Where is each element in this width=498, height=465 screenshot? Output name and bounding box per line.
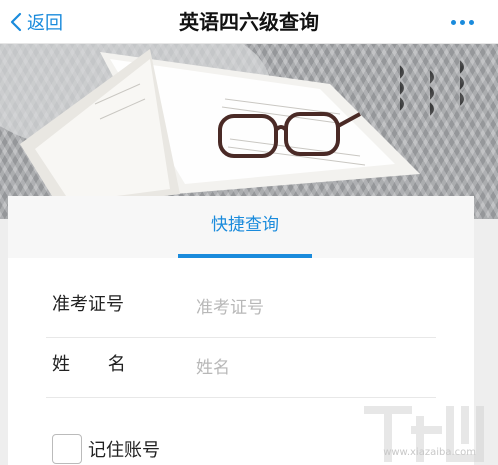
back-button[interactable]: 返回 — [10, 0, 63, 44]
watermark-text: www.xiazaiba.com — [383, 447, 476, 458]
remember-account[interactable]: 记住账号 — [52, 434, 160, 464]
back-label: 返回 — [27, 13, 63, 34]
navigation-bar: 返回 英语四六级查询 — [0, 0, 498, 44]
name-row: 姓 名 — [46, 338, 436, 398]
ticket-number-row: 准考证号 — [46, 278, 436, 338]
tab-active-indicator — [178, 254, 312, 258]
tab-bar: 快捷查询 — [8, 196, 474, 258]
more-dots-icon — [451, 19, 456, 25]
tab-quick-query[interactable]: 快捷查询 — [178, 196, 312, 258]
ticket-number-input[interactable] — [196, 294, 426, 322]
more-button[interactable] — [451, 0, 474, 44]
more-dot — [469, 19, 474, 25]
page-title: 英语四六级查询 — [179, 10, 319, 34]
chevron-left-icon — [10, 12, 22, 32]
name-label-text: 姓 名 — [52, 354, 126, 375]
more-dot — [460, 19, 465, 25]
ticket-number-label: 准考证号 — [52, 294, 124, 315]
tab-label: 快捷查询 — [211, 215, 279, 235]
banner-image — [0, 44, 498, 219]
name-input[interactable] — [196, 354, 426, 382]
book-glasses-illustration — [0, 44, 466, 209]
checkbox-icon[interactable] — [52, 434, 82, 464]
remember-account-label: 记住账号 — [88, 440, 160, 461]
name-label: 姓 名 — [52, 350, 126, 376]
